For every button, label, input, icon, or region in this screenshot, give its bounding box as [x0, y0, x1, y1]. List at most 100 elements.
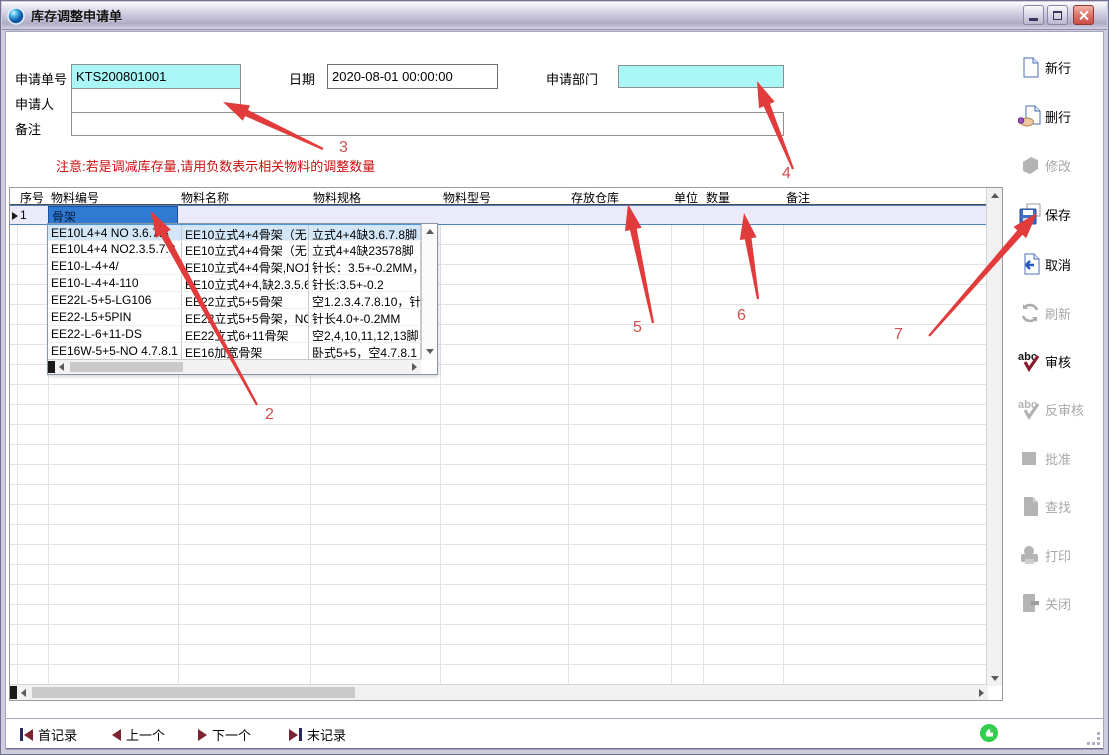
- minimize-button[interactable]: [1023, 5, 1044, 25]
- reverse-audit-button[interactable]: abc反审核: [1015, 390, 1107, 428]
- grid-column-line: [17, 225, 18, 686]
- request-no-input[interactable]: [71, 64, 241, 89]
- modify-button[interactable]: 修改: [1015, 146, 1107, 184]
- dropdown-name-cell[interactable]: EE10立式4+4,缺2.3.5.6: [182, 275, 309, 291]
- toolbar-button-label: 打印: [1045, 546, 1071, 565]
- column-header-5[interactable]: 物料型号: [440, 188, 568, 204]
- new-row-icon: [1015, 54, 1045, 80]
- grid-vertical-scrollbar[interactable]: [986, 188, 1002, 686]
- dropdown-name-cell[interactable]: EE10立式4+4骨架（无: [182, 241, 309, 257]
- column-header-7[interactable]: 单位: [671, 188, 703, 204]
- dropdown-name-cell[interactable]: EE10立式4+4骨架（无: [182, 225, 309, 240]
- delete-row-button[interactable]: 删行: [1015, 97, 1107, 135]
- dropdown-name-cell[interactable]: EE22立式6+11骨架: [182, 326, 309, 342]
- scroll-left-icon[interactable]: [59, 363, 64, 371]
- dropdown-code-cell[interactable]: EE10-L-4+4/: [48, 258, 182, 274]
- refresh-icon: [1015, 300, 1045, 326]
- dropdown-code-cell[interactable]: EE10L4+4 NO2.3.5.7.8: [48, 241, 182, 257]
- dropdown-row[interactable]: EE10-L-4+4/EE10立式4+4骨架,NO1针长：3.5+-0.2MM，: [48, 258, 421, 275]
- scroll-thumb[interactable]: [70, 362, 183, 372]
- find-icon: [1015, 493, 1045, 519]
- find-button[interactable]: 查找: [1015, 487, 1107, 525]
- previous-record-button[interactable]: 上一个: [112, 725, 165, 744]
- dropdown-row[interactable]: EE22-L-6+11-DSEE22立式6+11骨架空2,4,10,11,12,…: [48, 326, 421, 343]
- dropdown-spec-cell[interactable]: 空2,4,10,11,12,13脚: [309, 326, 421, 342]
- row-indicator-icon: [12, 212, 18, 220]
- applicant-label: 申请人: [15, 94, 54, 113]
- dropdown-spec-cell[interactable]: 针长4.0+-0.2MM: [309, 309, 421, 325]
- status-ok-icon: [979, 723, 999, 743]
- dropdown-row[interactable]: EE10L4+4 NO2.3.5.7.8EE10立式4+4骨架（无立式4+4缺2…: [48, 241, 421, 258]
- dropdown-spec-cell[interactable]: 卧式5+5，空4.7.8.1: [309, 343, 421, 359]
- scroll-right-icon[interactable]: [412, 363, 417, 371]
- selector-column-header: [10, 188, 17, 204]
- column-header-3[interactable]: 物料名称: [178, 188, 310, 204]
- scroll-up-icon[interactable]: [426, 229, 434, 234]
- dropdown-horizontal-scrollbar[interactable]: [48, 359, 421, 374]
- close-icon: [1078, 10, 1089, 21]
- scroll-left-icon[interactable]: [21, 689, 26, 697]
- column-header-1[interactable]: 序号: [17, 188, 48, 204]
- dropdown-spec-cell[interactable]: 空1.2.3.4.7.8.10，针: [309, 292, 421, 308]
- audit-icon: abc: [1015, 348, 1045, 374]
- window-title: 库存调整申请单: [31, 6, 122, 25]
- dropdown-code-cell[interactable]: EE22L-5+5-LG106: [48, 292, 182, 308]
- column-header-2[interactable]: 物料编号: [48, 188, 178, 204]
- grid-splitter-handle[interactable]: [10, 686, 17, 699]
- dropdown-code-cell[interactable]: EE22-L-6+11-DS: [48, 326, 182, 342]
- dropdown-name-cell[interactable]: EE22立式5+5骨架: [182, 292, 309, 308]
- column-header-4[interactable]: 物料规格: [310, 188, 440, 204]
- dropdown-vertical-scrollbar[interactable]: [421, 224, 437, 359]
- scroll-up-icon[interactable]: [991, 193, 999, 198]
- exit-button[interactable]: 关闭: [1015, 584, 1107, 622]
- approve-button[interactable]: 批准: [1015, 439, 1107, 477]
- cancel-icon: [1015, 251, 1045, 277]
- first-record-button[interactable]: 首记录: [20, 725, 77, 744]
- dropdown-code-cell[interactable]: EE22-L5+5PIN: [48, 309, 182, 325]
- grid-selected-row[interactable]: 1 骨架: [10, 205, 988, 225]
- resize-grip[interactable]: [1086, 731, 1100, 745]
- material-lookup-dropdown: EE10L4+4 NO 3.6.7.8EE10立式4+4骨架（无立式4+4缺3.…: [47, 223, 438, 375]
- column-header-8[interactable]: 数量: [703, 188, 783, 204]
- grid-horizontal-scrollbar[interactable]: [10, 684, 988, 700]
- refresh-button[interactable]: 刷新: [1015, 294, 1107, 332]
- dropdown-splitter-handle[interactable]: [48, 361, 55, 373]
- dropdown-row[interactable]: EE22-L5+5PINEE22立式5+5骨架，NO针长4.0+-0.2MM: [48, 309, 421, 326]
- audit-button[interactable]: abc审核: [1015, 342, 1107, 380]
- dropdown-name-cell[interactable]: EE16加宽骨架: [182, 343, 309, 359]
- print-button[interactable]: 打印: [1015, 536, 1107, 574]
- dropdown-row[interactable]: EE22L-5+5-LG106EE22立式5+5骨架空1.2.3.4.7.8.1…: [48, 292, 421, 309]
- maximize-icon: [1053, 11, 1062, 20]
- scroll-down-icon[interactable]: [426, 349, 434, 354]
- next-record-button[interactable]: 下一个: [198, 725, 251, 744]
- scroll-right-icon[interactable]: [979, 689, 984, 697]
- dropdown-name-cell[interactable]: EE22立式5+5骨架，NO: [182, 309, 309, 325]
- remark-input[interactable]: [71, 112, 784, 136]
- dropdown-spec-cell[interactable]: 针长：3.5+-0.2MM，: [309, 258, 421, 274]
- new-row-button[interactable]: 新行: [1015, 48, 1107, 86]
- save-button[interactable]: 保存: [1015, 195, 1107, 233]
- dropdown-spec-cell[interactable]: 针长:3.5+-0.2: [309, 275, 421, 291]
- dropdown-row[interactable]: EE16W-5+5-NO 4.7.8.1EE16加宽骨架卧式5+5，空4.7.8…: [48, 343, 421, 359]
- close-button[interactable]: [1073, 5, 1094, 25]
- scroll-down-icon[interactable]: [991, 676, 999, 681]
- maximize-button[interactable]: [1047, 5, 1068, 25]
- dropdown-row[interactable]: EE10L4+4 NO 3.6.7.8EE10立式4+4骨架（无立式4+4缺3.…: [48, 224, 421, 241]
- dropdown-name-cell[interactable]: EE10立式4+4骨架,NO1: [182, 258, 309, 274]
- toolbar-button-label: 审核: [1045, 352, 1071, 371]
- last-record-button[interactable]: 末记录: [289, 725, 346, 744]
- department-input[interactable]: [618, 65, 784, 88]
- warning-notice: 注意:若是调减库存量,请用负数表示相关物料的调整数量: [56, 156, 375, 175]
- dropdown-code-cell[interactable]: EE10L4+4 NO 3.6.7.8: [48, 225, 182, 240]
- column-header-6[interactable]: 存放仓库: [568, 188, 671, 204]
- dropdown-row[interactable]: EE10-L-4+4-110EE10立式4+4,缺2.3.5.6针长:3.5+-…: [48, 275, 421, 292]
- dropdown-code-cell[interactable]: EE10-L-4+4-110: [48, 275, 182, 291]
- dropdown-spec-cell[interactable]: 立式4+4缺23578脚: [309, 241, 421, 257]
- column-header-9[interactable]: 备注: [783, 188, 988, 204]
- date-input[interactable]: [327, 64, 498, 89]
- scroll-thumb[interactable]: [32, 687, 355, 698]
- dropdown-spec-cell[interactable]: 立式4+4缺3.6.7.8脚: [309, 225, 421, 240]
- applicant-input[interactable]: [71, 88, 241, 113]
- cancel-button[interactable]: 取消: [1015, 245, 1107, 283]
- dropdown-code-cell[interactable]: EE16W-5+5-NO 4.7.8.1: [48, 343, 182, 359]
